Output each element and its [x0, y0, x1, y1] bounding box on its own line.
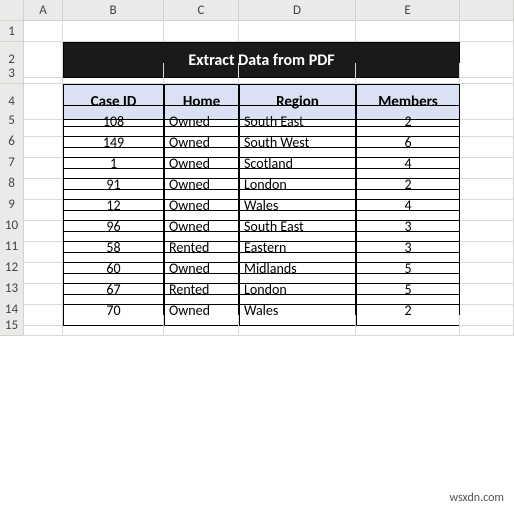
spreadsheet-grid: A B C D E 1 2 Extract Data from PDF 3 4 … [0, 0, 514, 336]
cell-A15[interactable] [24, 315, 63, 336]
col-header-C[interactable]: C [164, 0, 239, 21]
cell-A3[interactable] [24, 63, 63, 84]
cell-E15[interactable] [356, 315, 460, 336]
select-all-corner[interactable] [0, 0, 24, 21]
cell-B1[interactable] [63, 21, 164, 42]
cell-A1[interactable] [24, 21, 63, 42]
cell-B3[interactable] [63, 63, 164, 84]
cell-E3[interactable] [356, 63, 460, 84]
cell-D1[interactable] [239, 21, 356, 42]
cell-D15[interactable] [239, 315, 356, 336]
col-header-E[interactable]: E [356, 0, 460, 21]
col-header-B[interactable]: B [63, 0, 164, 21]
cell-F3[interactable] [460, 63, 514, 84]
col-header-blank[interactable] [460, 0, 514, 21]
cell-F1[interactable] [460, 21, 514, 42]
cell-B15[interactable] [63, 315, 164, 336]
cell-C1[interactable] [164, 21, 239, 42]
watermark-text: wsxdn.com [449, 491, 504, 505]
row-header-3[interactable]: 3 [0, 63, 24, 84]
cell-F15[interactable] [460, 315, 514, 336]
cell-C3[interactable] [164, 63, 239, 84]
cell-E1[interactable] [356, 21, 460, 42]
row-header-1[interactable]: 1 [0, 21, 24, 42]
cell-D3[interactable] [239, 63, 356, 84]
row-header-15[interactable]: 15 [0, 315, 24, 336]
col-header-D[interactable]: D [239, 0, 356, 21]
col-header-A[interactable]: A [24, 0, 63, 21]
cell-C15[interactable] [164, 315, 239, 336]
